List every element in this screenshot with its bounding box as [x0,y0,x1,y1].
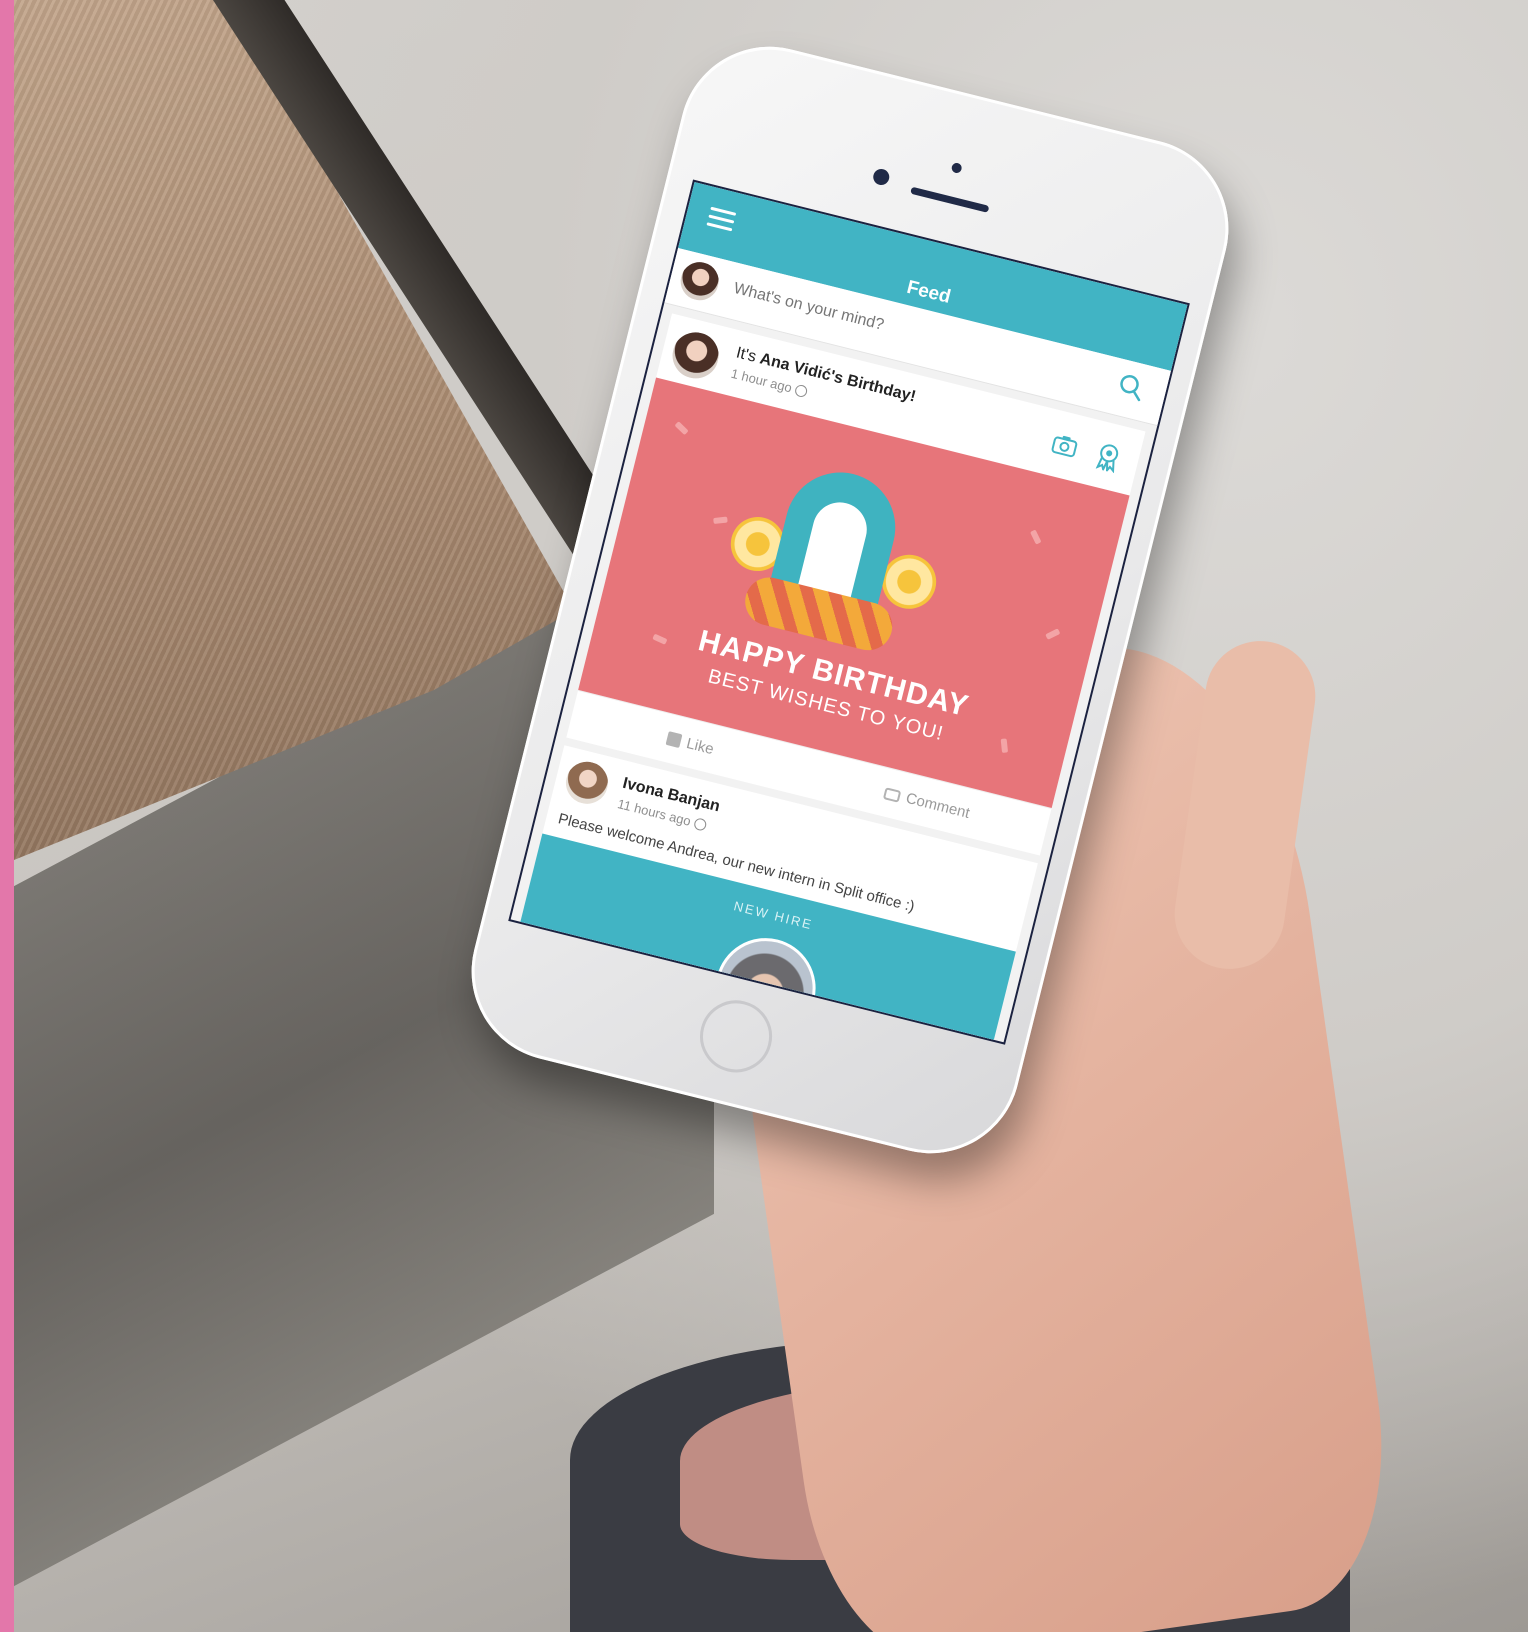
globe-icon [692,817,708,832]
camera-icon[interactable] [1050,432,1081,460]
confetti [1029,529,1042,545]
confetti [1045,628,1061,640]
photo-scene: Feed It's Ana Vidić's Birthday! 1 hour a… [0,0,1528,1632]
avatar[interactable] [674,255,726,307]
globe-icon [794,383,809,399]
sensor-dot [950,161,963,175]
home-button[interactable] [692,992,780,1081]
avatar[interactable] [665,325,726,386]
confetti [713,516,728,525]
confetti [674,421,689,436]
speaker-grille [910,186,990,213]
side-strip [0,0,14,1632]
search-icon[interactable] [1115,371,1147,403]
like-label: Like [684,734,716,758]
front-camera [871,167,891,187]
like-icon [665,730,683,748]
award-icon[interactable] [1093,441,1123,474]
avatar[interactable] [559,754,615,811]
comment-icon [883,786,902,803]
comment-label: Comment [904,789,972,822]
